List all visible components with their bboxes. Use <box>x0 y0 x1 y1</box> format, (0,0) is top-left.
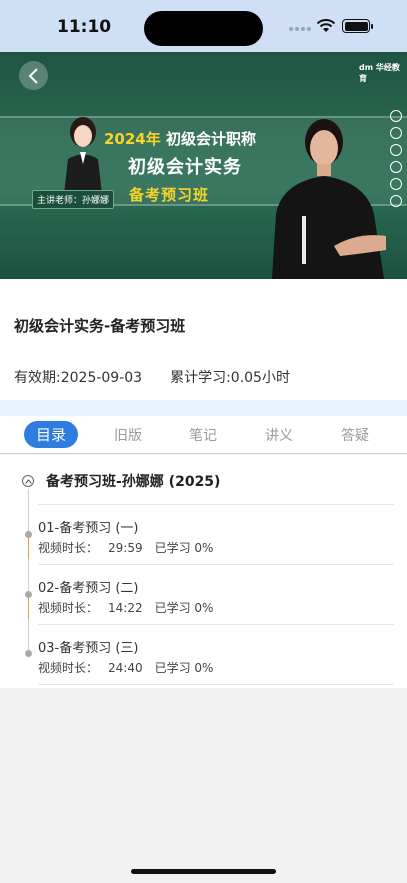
cartoon-teacher-image <box>64 117 102 194</box>
catalog-list: 备考预习班-孙娜娜 (2025) 01-备考预习 (一) 视频时长： 29:59 已… <box>0 455 407 688</box>
lesson-progress: 已学习 0% <box>154 601 214 615</box>
note-icon[interactable] <box>390 161 402 173</box>
lesson-meta: 视频时长： 29:59 已学习 0% <box>38 539 213 556</box>
timeline-line <box>28 489 29 653</box>
lesson-name: 02-备考预习 (二) <box>38 581 139 596</box>
validity-text: 有效期:2025-09-03 <box>14 370 143 386</box>
tab-old-version[interactable]: 旧版 <box>114 425 142 445</box>
lesson-duration: 24:40 <box>108 661 143 675</box>
duration-label: 视频时长： <box>38 661 99 675</box>
chapter-title: 备考预习班-孙娜娜 (2025) <box>46 474 221 490</box>
course-info-card: 初级会计实务-备考预习班 有效期:2025-09-03 累计学习:0.05小时 <box>0 279 407 400</box>
banner-line-1-text: 初级会计职称 <box>165 130 256 148</box>
chevron-left-icon <box>28 67 38 84</box>
download-icon[interactable] <box>390 144 402 156</box>
presenter-image <box>272 119 386 279</box>
lesson-progress: 已学习 0% <box>154 661 214 675</box>
brand-logo: dm 华经教育 <box>359 63 400 83</box>
duration-label: 视频时长： <box>38 541 99 555</box>
lesson-item[interactable]: 02-备考预习 (二) 视频时长： 14:22 已学习 0% <box>38 565 394 625</box>
tab-catalog[interactable]: 目录 <box>24 421 79 448</box>
banner-line-1: 2024年 初级会计职称 <box>104 128 256 149</box>
lesson-meta: 视频时长： 24:40 已学习 0% <box>38 659 213 676</box>
teacher-tag: 主讲老师：孙娜娜 <box>32 190 115 209</box>
status-bar: 11:10 <box>0 0 407 52</box>
study-total-text: 累计学习:0.05小时 <box>170 370 290 386</box>
lesson-item[interactable]: 01-备考预习 (一) 视频时长： 29:59 已学习 0% <box>38 505 394 565</box>
status-time: 11:10 <box>57 17 112 37</box>
video-player[interactable]: dm 华经教育 2024年 初级会计职称 初级会计实务 备考预习班 主讲老师：孙… <box>0 52 407 279</box>
fullscreen-icon[interactable] <box>390 195 402 207</box>
chapter-header[interactable]: 备考预习班-孙娜娜 (2025) <box>22 471 220 491</box>
course-title: 初级会计实务-备考预习班 <box>14 317 186 335</box>
lesson-duration: 29:59 <box>108 541 143 555</box>
section-divider <box>0 400 407 416</box>
speed-icon[interactable] <box>390 127 402 139</box>
tab-qa[interactable]: 答疑 <box>341 425 369 445</box>
home-indicator <box>131 869 276 874</box>
more-icon[interactable] <box>390 178 402 190</box>
tab-notes[interactable]: 笔记 <box>189 425 217 445</box>
lesson-meta: 视频时长： 14:22 已学习 0% <box>38 599 213 616</box>
dynamic-island <box>144 11 263 46</box>
lesson-name: 01-备考预习 (一) <box>38 521 139 536</box>
lesson-progress: 已学习 0% <box>154 541 214 555</box>
back-button[interactable] <box>19 61 48 90</box>
chevron-up-icon <box>22 475 34 487</box>
video-side-controls <box>390 110 402 207</box>
lesson-name: 03-备考预习 (三) <box>38 641 139 656</box>
lesson-duration: 14:22 <box>108 601 143 615</box>
course-meta: 有效期:2025-09-03 累计学习:0.05小时 <box>14 367 290 387</box>
duration-label: 视频时长： <box>38 601 99 615</box>
banner-line-3: 备考预习班 <box>129 186 210 204</box>
play-icon[interactable] <box>390 110 402 122</box>
battery-icon <box>342 19 373 33</box>
banner-line-2: 初级会计实务 <box>128 157 242 178</box>
timeline-node <box>25 531 32 538</box>
wifi-icon <box>316 19 336 32</box>
lesson-item[interactable]: 03-备考预习 (三) 视频时长： 24:40 已学习 0% <box>38 625 394 685</box>
banner-year: 2024年 <box>104 130 161 148</box>
timeline-node <box>25 650 32 657</box>
tab-handouts[interactable]: 讲义 <box>265 425 293 445</box>
timeline-node <box>25 591 32 598</box>
content-tabs: 目录 旧版 笔记 讲义 答疑 <box>0 416 407 454</box>
signal-dots-icon <box>289 27 311 31</box>
